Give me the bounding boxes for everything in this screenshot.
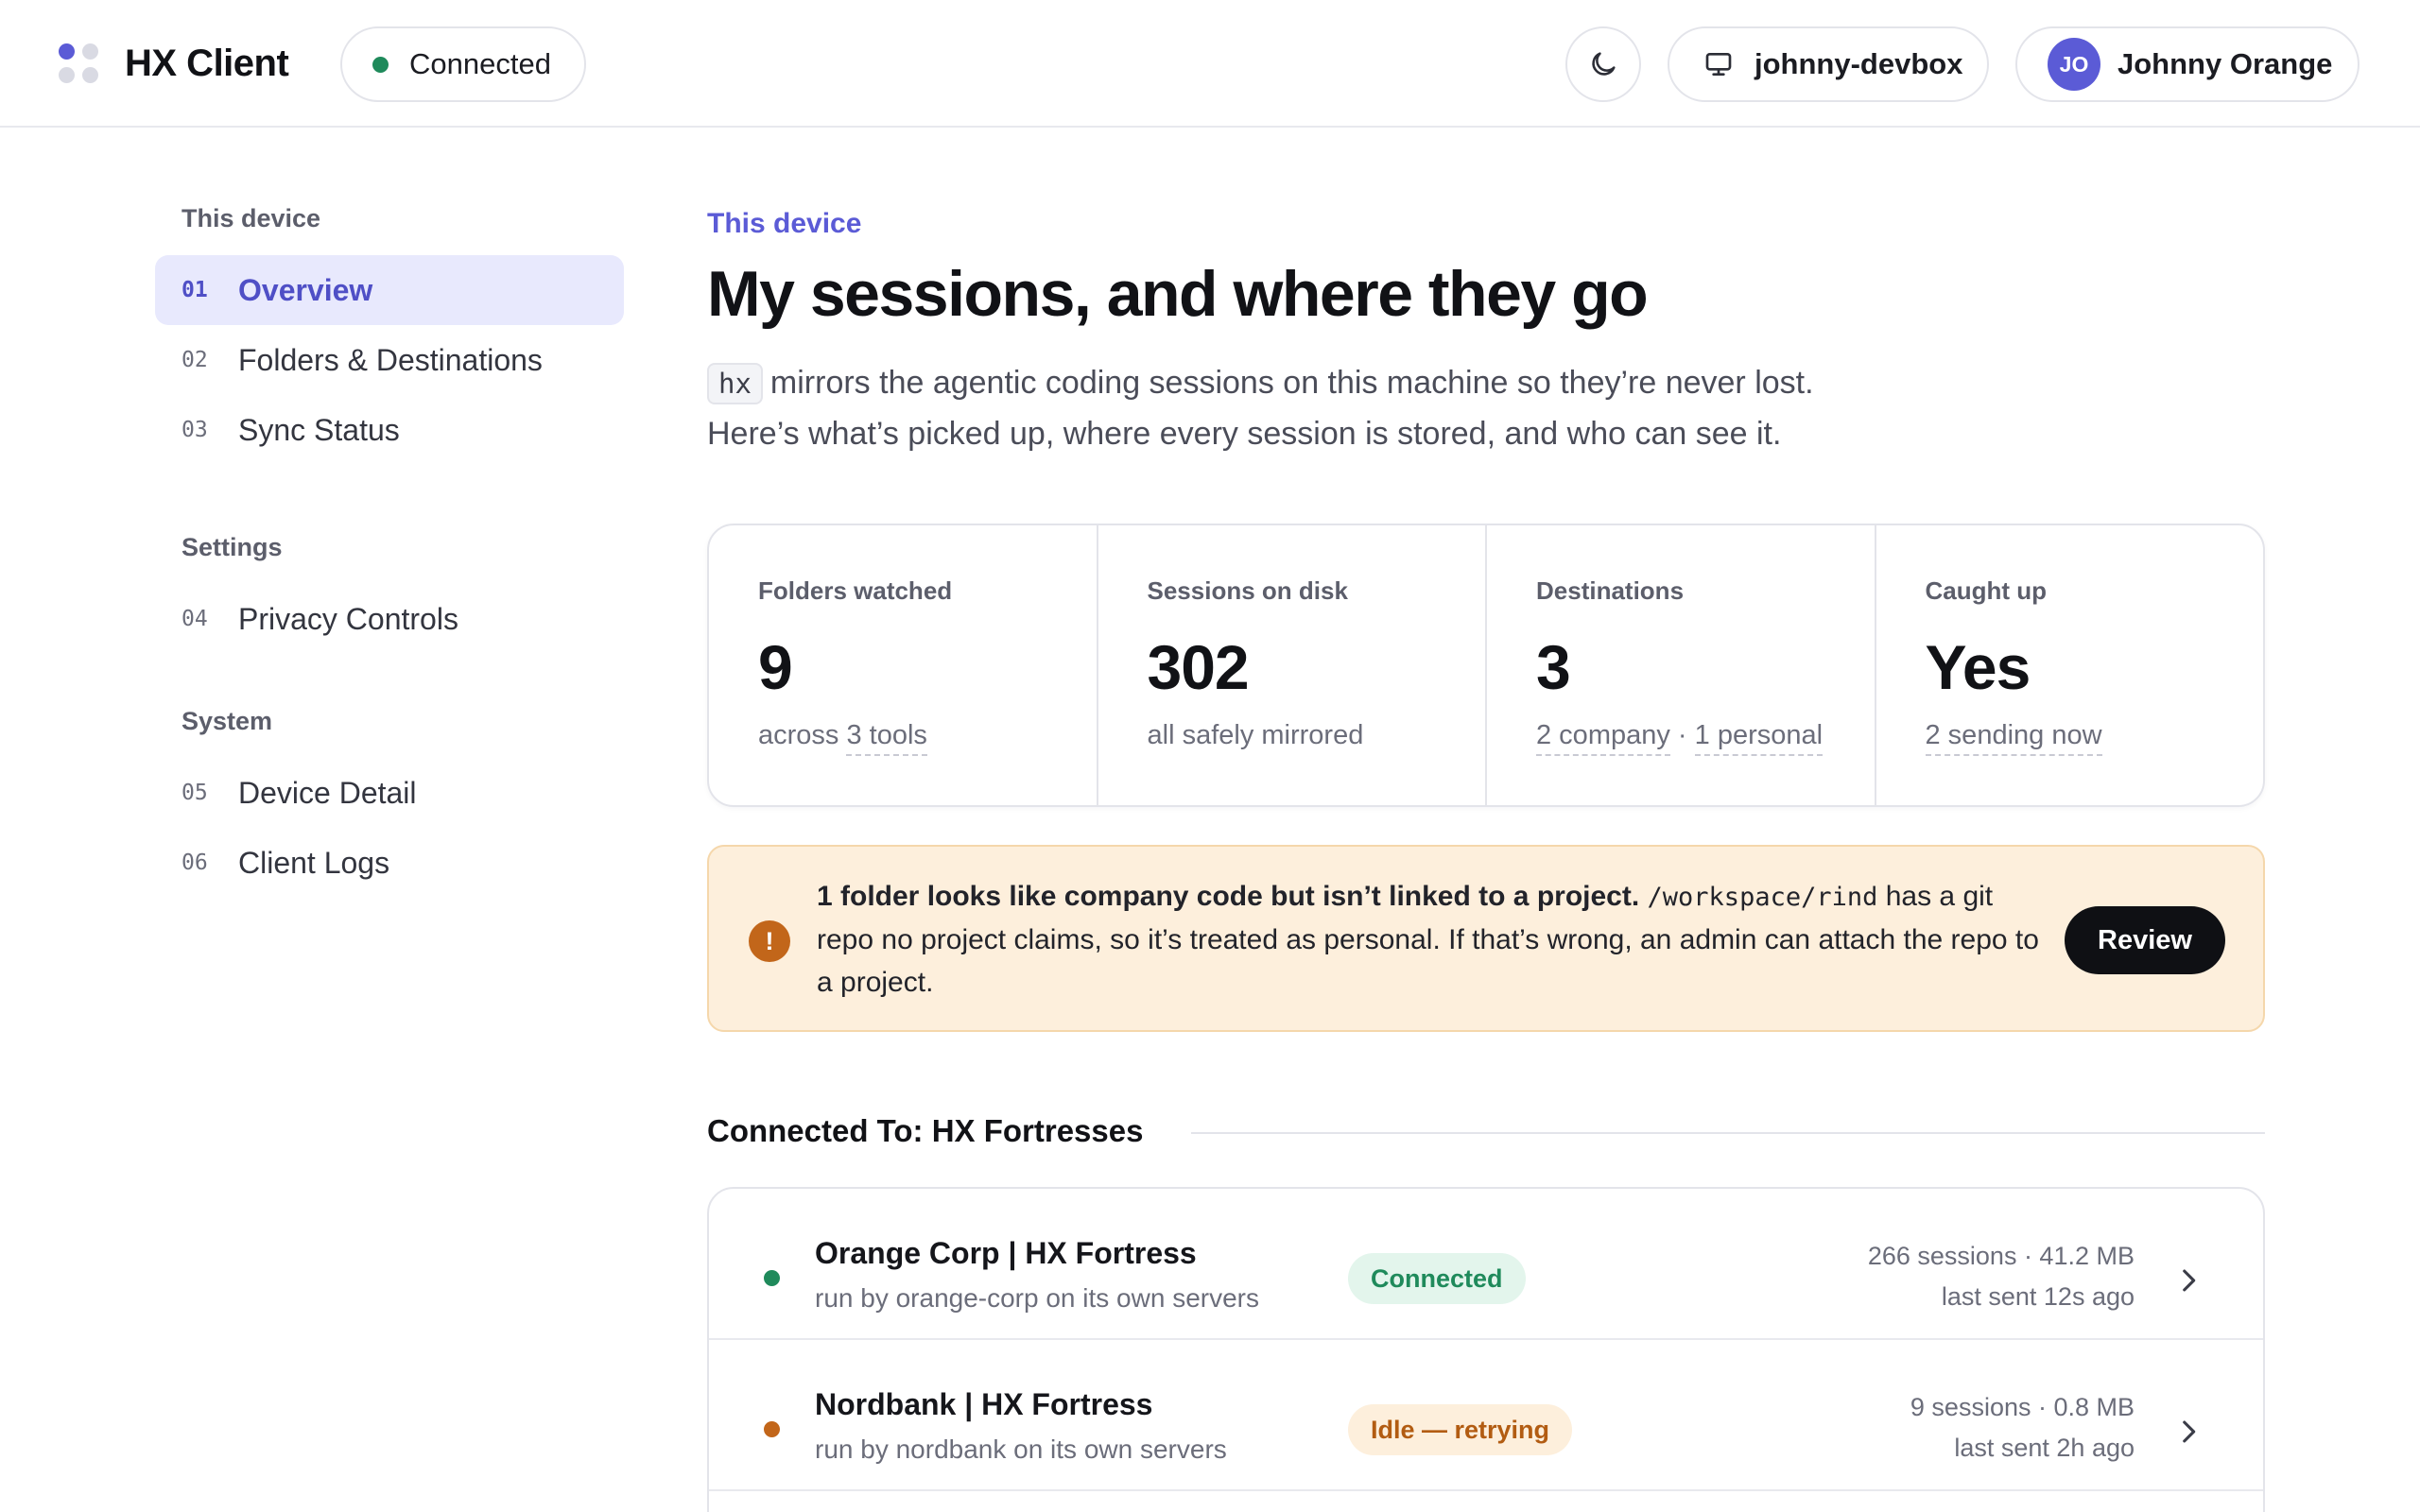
moon-icon: [1592, 52, 1616, 76]
top-bar: HX Client Connected johnny-devbox JO Joh…: [0, 0, 2420, 128]
avatar: JO: [2048, 38, 2100, 91]
sidebar-item-label: Device Detail: [238, 775, 417, 810]
sidebar-item-number: 06: [182, 850, 208, 875]
sidebar-item-label: Sync Status: [238, 412, 400, 447]
destination-row[interactable]: Nordbank | HX Fortress run by nordbank o…: [709, 1340, 2263, 1491]
alert-path: /workspace/rind: [1647, 883, 1878, 912]
page-intro: hx mirrors the agentic coding sessions on…: [707, 357, 2031, 459]
sidebar-item-number: 05: [182, 781, 208, 805]
alert-message: 1 folder looks like company code but isn…: [817, 875, 2046, 1004]
stat-value: Yes: [1925, 632, 2031, 702]
sidebar-item-sync-status[interactable]: 03 Sync Status: [155, 395, 624, 465]
destination-name: Nordbank | HX Fortress: [815, 1387, 1153, 1421]
chevron-right-icon: [2183, 1420, 2196, 1443]
destination-name: Orange Corp | HX Fortress: [815, 1236, 1197, 1270]
destination-last-sent: last sent 2h ago: [1954, 1434, 2135, 1462]
intro-line-2: Here’s what’s picked up, where every ses…: [707, 416, 1782, 452]
chevron-right-icon: [2183, 1269, 2196, 1292]
sidebar-item-number: 02: [182, 348, 208, 372]
stat-value: 302: [1147, 632, 1250, 702]
unlinked-folder-alert: ! 1 folder looks like company code but i…: [707, 845, 2265, 1032]
destination-row[interactable]: Orange Corp | HX Fortress run by orange-…: [709, 1189, 2263, 1340]
stat-label: Caught up: [1925, 576, 2048, 605]
stat-sub-link[interactable]: 3 tools: [846, 720, 927, 756]
destination-owner: run by orange-corp on its own servers: [815, 1283, 1259, 1313]
connection-status-pill[interactable]: Connected: [340, 26, 586, 102]
review-button[interactable]: Review: [2065, 906, 2225, 974]
stat-sub-separator: ·: [1669, 720, 1695, 750]
section-title: Connected To: HX Fortresses: [707, 1113, 1144, 1148]
destination-meta: 266 sessions · 41.2 MB last sent 12s ago: [1868, 1236, 2135, 1317]
status-badge: Idle — retrying: [1348, 1404, 1573, 1455]
sidebar-item-folders-destinations[interactable]: 02 Folders & Destinations: [155, 325, 624, 395]
stats-card: Folders watched 9 across 3 tools Session…: [707, 524, 2265, 807]
connection-status-label: Connected: [409, 47, 551, 80]
stat-sub: 2 company · 1 personal: [1536, 720, 1824, 756]
monitor-icon: [1705, 52, 1732, 76]
sidebar-item-label: Overview: [238, 272, 373, 307]
stat-label: Folders watched: [758, 576, 953, 605]
app-title: HX Client: [125, 43, 289, 84]
status-dot-icon: [764, 1270, 780, 1286]
stat-sub: 2 sending now: [1925, 720, 2102, 756]
sidebar-group-label: Settings: [182, 533, 283, 561]
sidebar-item-number: 03: [182, 418, 208, 442]
sidebar-item-label: Folders & Destinations: [238, 342, 543, 377]
warning-icon: !: [749, 920, 790, 962]
sidebar-item-device-detail[interactable]: 05 Device Detail: [155, 758, 624, 828]
sidebar-item-label: Client Logs: [238, 845, 390, 880]
sidebar-item-number: 01: [182, 278, 208, 302]
device-name: johnny-devbox: [1754, 47, 1963, 80]
destination-owner: run by nordbank on its own servers: [815, 1435, 1227, 1464]
stat-sessions-on-disk: Sessions on disk 302 all safely mirrored: [1098, 525, 1487, 805]
stat-value: 9: [758, 632, 793, 702]
stat-sub-text: across: [758, 720, 847, 750]
intro-line-1: mirrors the agentic coding sessions on t…: [769, 365, 1814, 401]
stat-destinations: Destinations 3 2 company · 1 personal: [1487, 525, 1876, 805]
sidebar-item-label: Privacy Controls: [238, 601, 458, 636]
stat-caught-up: Caught up Yes 2 sending now: [1876, 525, 2264, 805]
page-eyebrow: This device: [707, 208, 862, 239]
status-dot-icon: [764, 1421, 780, 1437]
sidebar-nav: This device 01 Overview 02 Folders & Des…: [155, 198, 624, 898]
user-name: Johnny Orange: [2118, 47, 2333, 80]
stat-value: 3: [1536, 632, 1571, 702]
sidebar-item-privacy-controls[interactable]: 04 Privacy Controls: [155, 584, 624, 654]
destination-last-sent: last sent 12s ago: [1941, 1282, 2135, 1311]
destination-size: 9 sessions · 0.8 MB: [1910, 1393, 2135, 1421]
sidebar-group-label: System: [182, 707, 273, 735]
alert-title: 1 folder looks like company code but isn…: [817, 881, 1640, 912]
stat-sub-link[interactable]: 2 sending now: [1925, 720, 2102, 756]
stat-sub-link[interactable]: 1 personal: [1694, 720, 1824, 756]
sidebar-item-client-logs[interactable]: 06 Client Logs: [155, 828, 624, 898]
sidebar-item-number: 04: [182, 607, 208, 631]
stat-sub: across 3 tools: [758, 720, 927, 756]
user-menu-button[interactable]: JO Johnny Orange: [2015, 26, 2360, 102]
destination-meta: 9 sessions · 0.8 MB last sent 2h ago: [1910, 1387, 2135, 1469]
inline-code: hx: [707, 363, 763, 404]
destinations-list: Orange Corp | HX Fortress run by orange-…: [707, 1187, 2265, 1512]
stat-label: Destinations: [1536, 576, 1685, 605]
sidebar-group-label: This device: [182, 204, 321, 232]
page-title: My sessions, and where they go: [707, 258, 1649, 330]
device-selector-button[interactable]: johnny-devbox: [1668, 26, 1989, 102]
stat-folders-watched: Folders watched 9 across 3 tools: [709, 525, 1098, 805]
stat-sub: all safely mirrored: [1148, 720, 1364, 751]
theme-toggle-button[interactable]: [1565, 26, 1641, 102]
status-dot-icon: [372, 56, 389, 73]
destination-size: 266 sessions · 41.2 MB: [1867, 1242, 2135, 1270]
stat-sub-link[interactable]: 2 company: [1536, 720, 1670, 756]
sidebar-item-overview[interactable]: 01 Overview: [155, 255, 624, 325]
stat-sub-text: all safely mirrored: [1147, 720, 1364, 750]
app-logo-icon: [59, 43, 100, 85]
stat-label: Sessions on disk: [1147, 576, 1348, 605]
status-badge: Connected: [1348, 1253, 1526, 1304]
section-divider: [1191, 1132, 2265, 1134]
